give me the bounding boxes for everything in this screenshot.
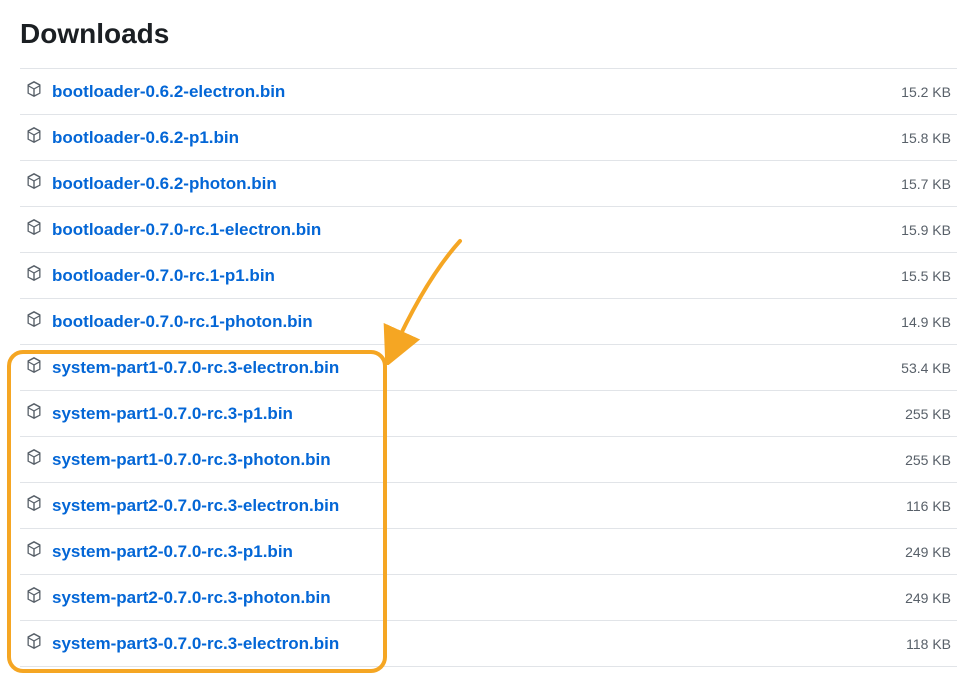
download-row: system-part2-0.7.0-rc.3-p1.bin 249 KB (20, 529, 957, 575)
download-filename-link[interactable]: bootloader-0.7.0-rc.1-p1.bin (52, 266, 275, 286)
package-icon (26, 173, 42, 194)
download-row: bootloader-0.6.2-p1.bin 15.8 KB (20, 115, 957, 161)
package-icon (26, 311, 42, 332)
download-filename-link[interactable]: system-part2-0.7.0-rc.3-photon.bin (52, 588, 331, 608)
download-row: system-part1-0.7.0-rc.3-p1.bin 255 KB (20, 391, 957, 437)
download-size: 15.7 KB (901, 176, 951, 192)
download-size: 255 KB (905, 406, 951, 422)
package-icon (26, 357, 42, 378)
download-filename-link[interactable]: bootloader-0.7.0-rc.1-photon.bin (52, 312, 313, 332)
download-size: 15.2 KB (901, 84, 951, 100)
page-title: Downloads (20, 18, 957, 50)
download-row: system-part2-0.7.0-rc.3-electron.bin 116 … (20, 483, 957, 529)
download-filename-link[interactable]: system-part2-0.7.0-rc.3-p1.bin (52, 542, 293, 562)
download-row: bootloader-0.6.2-electron.bin 15.2 KB (20, 69, 957, 115)
download-size: 118 KB (906, 636, 951, 652)
download-filename-link[interactable]: system-part1-0.7.0-rc.3-photon.bin (52, 450, 331, 470)
package-icon (26, 265, 42, 286)
package-icon (26, 587, 42, 608)
download-filename-link[interactable]: system-part2-0.7.0-rc.3-electron.bin (52, 496, 339, 516)
download-row: system-part1-0.7.0-rc.3-photon.bin 255 KB (20, 437, 957, 483)
package-icon (26, 127, 42, 148)
download-filename-link[interactable]: bootloader-0.7.0-rc.1-electron.bin (52, 220, 321, 240)
package-icon (26, 403, 42, 424)
package-icon (26, 541, 42, 562)
download-size: 15.5 KB (901, 268, 951, 284)
download-row: bootloader-0.7.0-rc.1-photon.bin 14.9 KB (20, 299, 957, 345)
download-row: system-part3-0.7.0-rc.3-electron.bin 118 … (20, 621, 957, 667)
download-size: 53.4 KB (901, 360, 951, 376)
download-filename-link[interactable]: system-part1-0.7.0-rc.3-p1.bin (52, 404, 293, 424)
download-row: bootloader-0.7.0-rc.1-electron.bin 15.9 K… (20, 207, 957, 253)
package-icon (26, 633, 42, 654)
download-filename-link[interactable]: bootloader-0.6.2-electron.bin (52, 82, 285, 102)
download-row: bootloader-0.7.0-rc.1-p1.bin 15.5 KB (20, 253, 957, 299)
download-row: system-part2-0.7.0-rc.3-photon.bin 249 KB (20, 575, 957, 621)
download-size: 15.8 KB (901, 130, 951, 146)
package-icon (26, 449, 42, 470)
download-list: bootloader-0.6.2-electron.bin15.2 KBboot… (20, 68, 957, 667)
download-filename-link[interactable]: bootloader-0.6.2-photon.bin (52, 174, 277, 194)
download-filename-link[interactable]: system-part3-0.7.0-rc.3-electron.bin (52, 634, 339, 654)
download-row: bootloader-0.6.2-photon.bin 15.7 KB (20, 161, 957, 207)
download-size: 249 KB (905, 544, 951, 560)
package-icon (26, 495, 42, 516)
download-size: 14.9 KB (901, 314, 951, 330)
download-row: system-part1-0.7.0-rc.3-electron.bin 53.4… (20, 345, 957, 391)
download-filename-link[interactable]: system-part1-0.7.0-rc.3-electron.bin (52, 358, 339, 378)
download-filename-link[interactable]: bootloader-0.6.2-p1.bin (52, 128, 239, 148)
download-size: 255 KB (905, 452, 951, 468)
package-icon (26, 81, 42, 102)
package-icon (26, 219, 42, 240)
download-size: 249 KB (905, 590, 951, 606)
download-size: 15.9 KB (901, 222, 951, 238)
download-size: 116 KB (906, 498, 951, 514)
